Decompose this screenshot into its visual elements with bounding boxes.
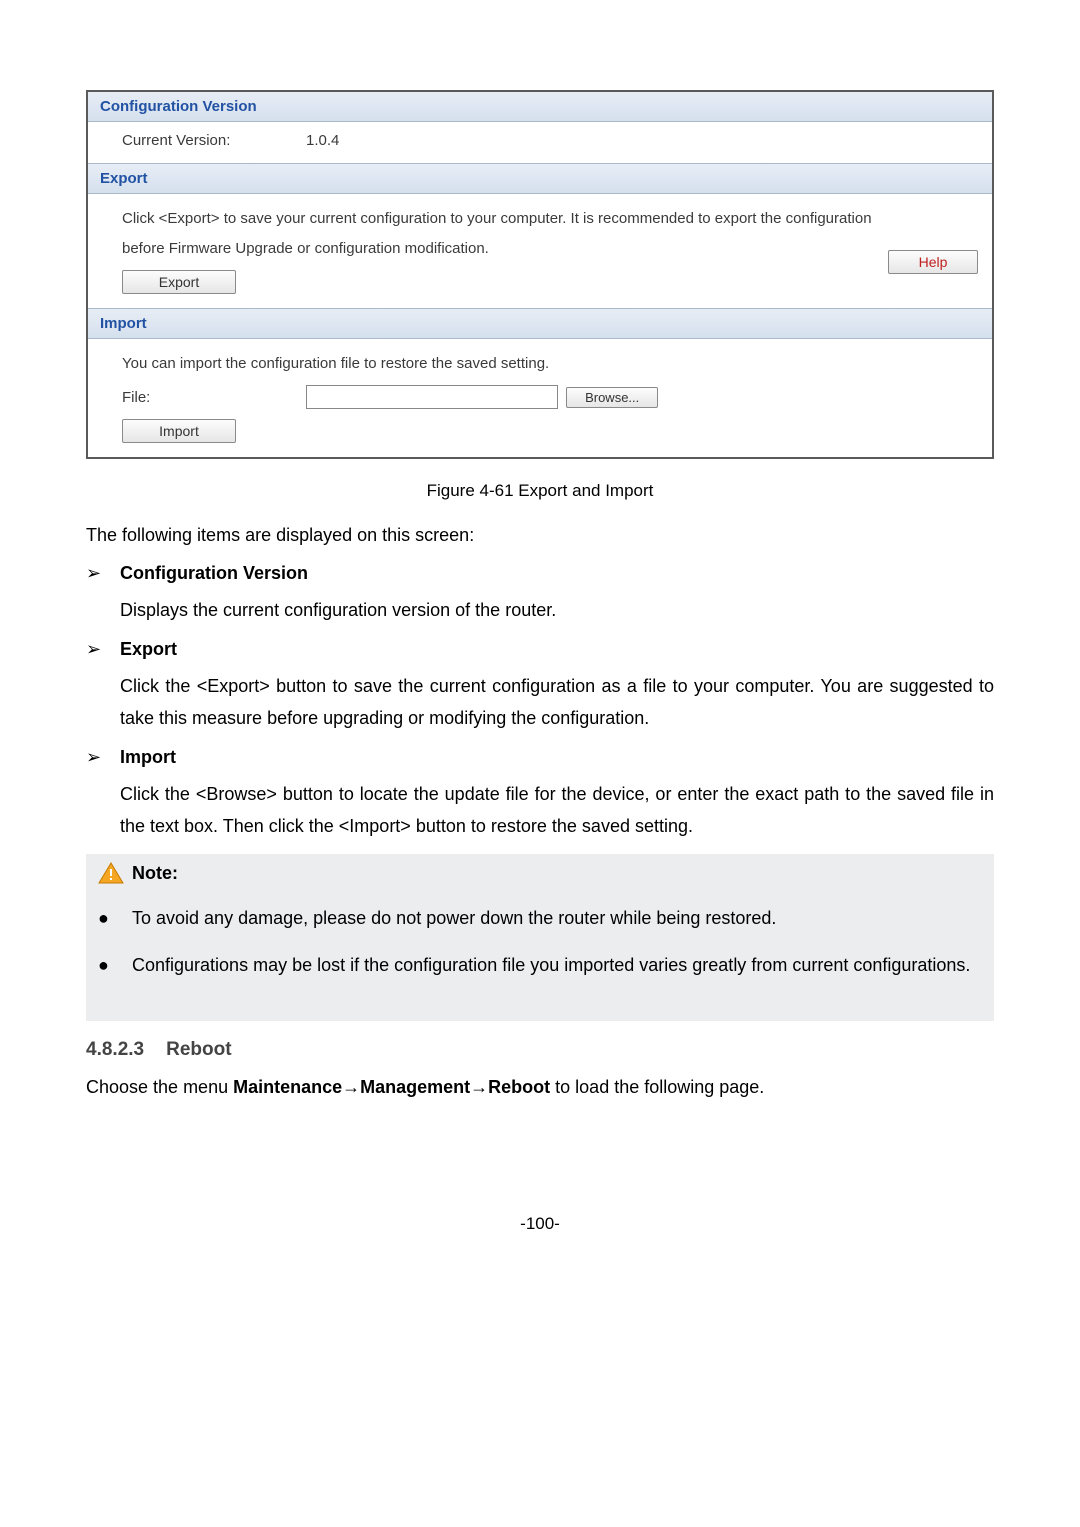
current-version-value: 1.0.4 — [306, 132, 339, 149]
bullet-body-import: Click the <Browse> button to locate the … — [120, 778, 994, 843]
bullet-body-config-version: Displays the current configuration versi… — [120, 594, 994, 626]
arrow-icon: ➢ — [86, 639, 120, 660]
browse-button[interactable]: Browse... — [566, 387, 658, 408]
import-header: Import — [88, 308, 992, 339]
bullet-body-export: Click the <Export> button to save the cu… — [120, 670, 994, 735]
page-number: -100- — [86, 1214, 994, 1234]
current-version-label: Current Version: — [122, 132, 282, 149]
import-description: You can import the configuration file to… — [122, 349, 978, 379]
file-label: File: — [122, 389, 282, 406]
export-button[interactable]: Export — [122, 270, 236, 294]
bullet-config-version: ➢ Configuration Version — [86, 563, 994, 584]
import-button[interactable]: Import — [122, 419, 236, 443]
bullet-export: ➢ Export — [86, 639, 994, 660]
warning-icon — [98, 862, 124, 884]
export-body: Click <Export> to save your current conf… — [88, 194, 992, 308]
section-title: Reboot — [166, 1039, 231, 1061]
bullet-head-import: Import — [120, 747, 176, 768]
note-item-1: ● To avoid any damage, please do not pow… — [98, 902, 982, 934]
bullet-head-config-version: Configuration Version — [120, 563, 308, 584]
file-path-input[interactable] — [306, 385, 558, 409]
section-number: 4.8.2.3 — [86, 1039, 144, 1061]
note-box: Note: ● To avoid any damage, please do n… — [86, 854, 994, 1021]
note-item-2: ● Configurations may be lost if the conf… — [98, 949, 982, 981]
arrow-icon: ➢ — [86, 747, 120, 768]
config-panel: Configuration Version Current Version: 1… — [86, 90, 994, 459]
import-body: You can import the configuration file to… — [88, 339, 992, 457]
bullet-dot-icon: ● — [98, 902, 132, 934]
bullet-dot-icon: ● — [98, 949, 132, 981]
config-version-header: Configuration Version — [88, 92, 992, 122]
note-heading: Note: — [98, 862, 982, 884]
figure-caption: Figure 4-61 Export and Import — [86, 481, 994, 501]
bullet-import: ➢ Import — [86, 747, 994, 768]
section-body: Choose the menu Maintenance→Management→R… — [86, 1071, 994, 1103]
note-label: Note: — [132, 863, 178, 884]
intro-text: The following items are displayed on thi… — [86, 519, 994, 551]
export-header: Export — [88, 163, 992, 194]
export-description: Click <Export> to save your current conf… — [122, 204, 872, 264]
bullet-head-export: Export — [120, 639, 177, 660]
config-version-body: Current Version: 1.0.4 — [88, 122, 992, 163]
section-heading: 4.8.2.3 Reboot — [86, 1039, 994, 1061]
help-button[interactable]: Help — [888, 250, 978, 274]
arrow-icon: ➢ — [86, 563, 120, 584]
